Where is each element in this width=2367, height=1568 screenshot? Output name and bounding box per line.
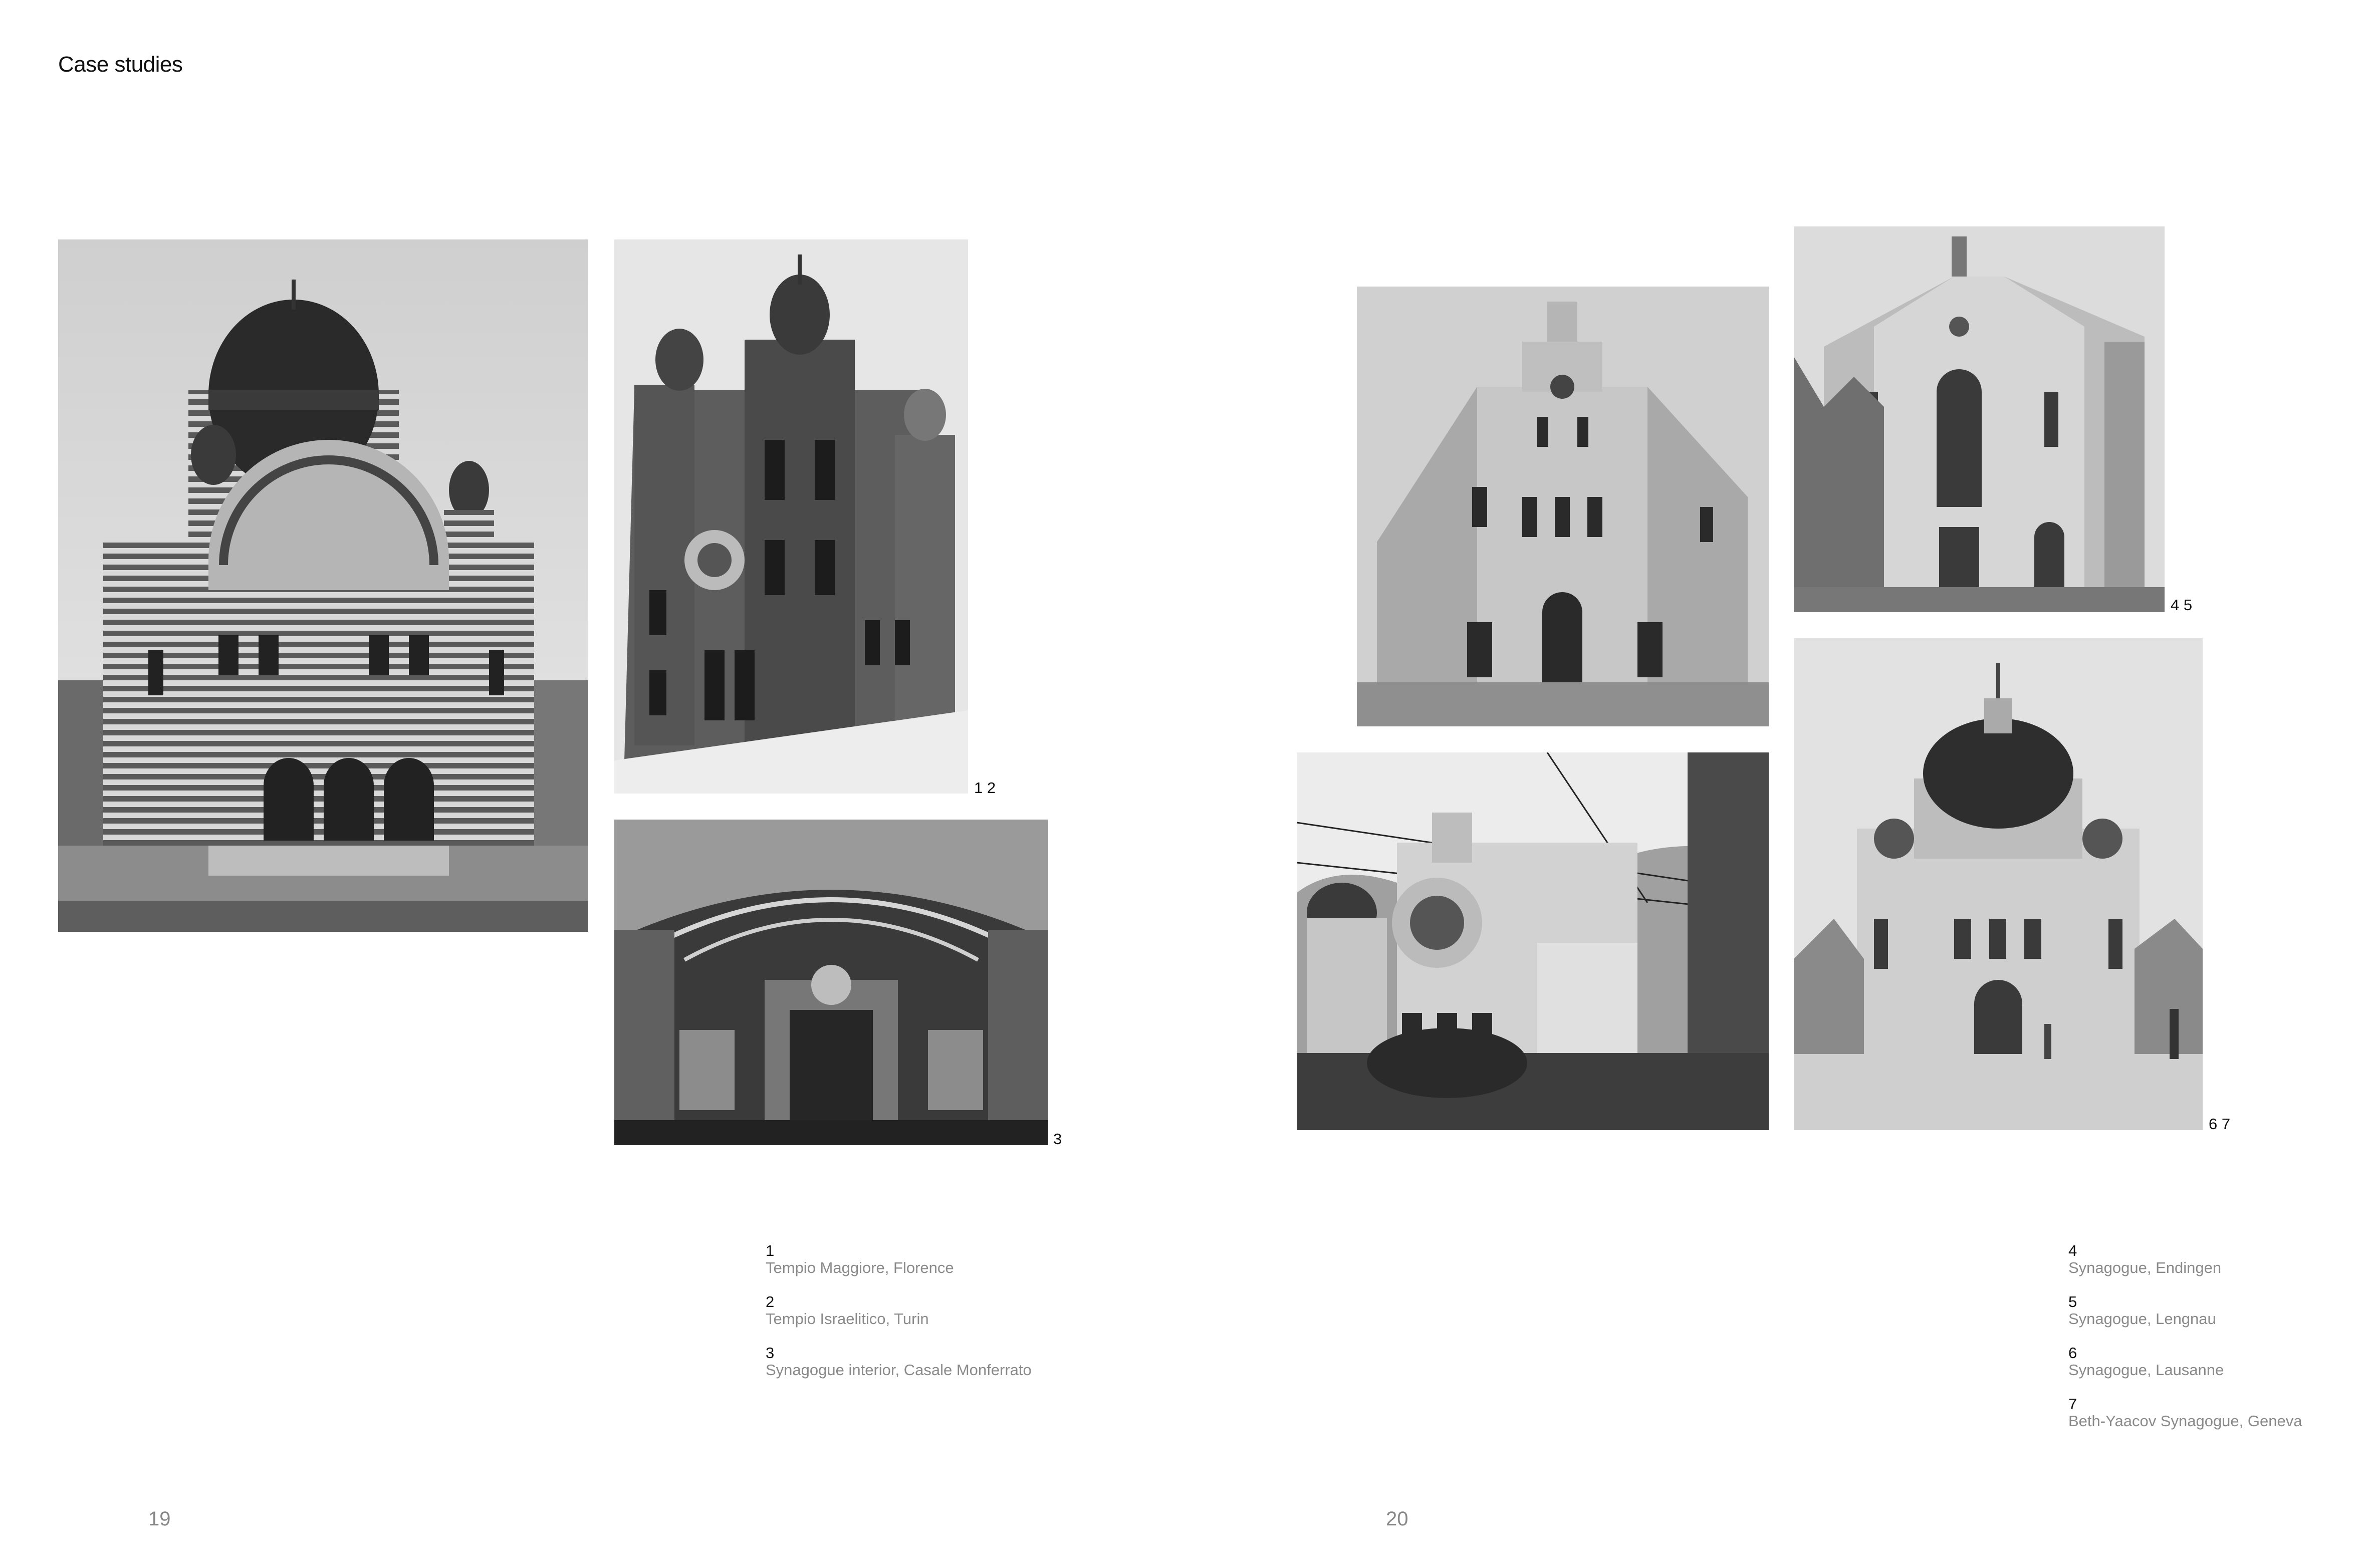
figure-marker-4-5: 4 5 xyxy=(2171,596,2193,614)
caption-number: 2 xyxy=(766,1293,775,1311)
figure-marker-3: 3 xyxy=(1053,1130,1062,1148)
caption-number: 6 xyxy=(2068,1344,2077,1362)
caption-4: 4 Synagogue, Endingen xyxy=(2068,1242,2221,1276)
caption-number: 4 xyxy=(2068,1242,2077,1259)
caption-text: Beth-Yaacov Synagogue, Geneva xyxy=(2068,1412,2302,1430)
caption-text: Synagogue, Endingen xyxy=(2068,1259,2222,1276)
photo-synagogue-interior-casale-monferrato xyxy=(614,820,1048,1145)
caption-number: 7 xyxy=(2068,1395,2077,1413)
page-number-right: 20 xyxy=(1386,1508,1408,1530)
page-number-left: 19 xyxy=(148,1508,171,1530)
caption-text: Synagogue, Lengnau xyxy=(2068,1310,2216,1328)
caption-3: 3 Synagogue interior, Casale Monferrato xyxy=(766,1345,1032,1379)
caption-text: Synagogue interior, Casale Monferrato xyxy=(766,1361,1032,1379)
caption-1: 1 Tempio Maggiore, Florence xyxy=(766,1242,954,1276)
caption-text: Tempio Israelitico, Turin xyxy=(766,1310,929,1328)
photo-tempio-maggiore-florence xyxy=(58,239,588,932)
caption-2: 2 Tempio Israelitico, Turin xyxy=(766,1293,929,1328)
caption-6: 6 Synagogue, Lausanne xyxy=(2068,1345,2224,1379)
section-title: Case studies xyxy=(58,52,183,77)
photo-tempio-israelitico-turin xyxy=(614,239,968,794)
caption-number: 1 xyxy=(766,1242,775,1259)
caption-text: Synagogue, Lausanne xyxy=(2068,1361,2224,1379)
caption-number: 3 xyxy=(766,1344,775,1362)
caption-number: 5 xyxy=(2068,1293,2077,1311)
photo-synagogue-lengnau xyxy=(1794,226,2165,612)
figure-marker-1-2: 1 2 xyxy=(974,779,996,797)
caption-text: Tempio Maggiore, Florence xyxy=(766,1259,954,1276)
caption-5: 5 Synagogue, Lengnau xyxy=(2068,1293,2216,1328)
photo-beth-yaacov-synagogue-geneva xyxy=(1794,638,2203,1130)
figure-marker-6-7: 6 7 xyxy=(2209,1115,2231,1133)
photo-synagogue-lausanne xyxy=(1297,752,1769,1130)
photo-synagogue-endingen xyxy=(1357,287,1769,726)
caption-7: 7 Beth-Yaacov Synagogue, Geneva xyxy=(2068,1396,2302,1430)
